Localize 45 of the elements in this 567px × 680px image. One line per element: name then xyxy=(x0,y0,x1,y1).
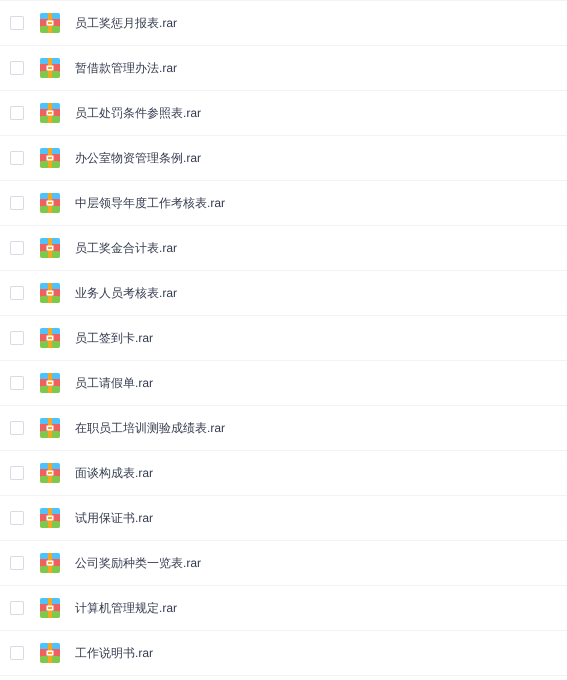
file-name[interactable]: 中层领导年度工作考核表.rar xyxy=(75,194,225,212)
checkbox[interactable] xyxy=(10,421,24,435)
checkbox[interactable] xyxy=(10,646,24,660)
archive-icon xyxy=(40,553,60,573)
checkbox[interactable] xyxy=(10,286,24,300)
file-name[interactable]: 员工请假单.rar xyxy=(75,374,153,392)
file-name[interactable]: 试用保证书.rar xyxy=(75,509,153,527)
checkbox[interactable] xyxy=(10,556,24,570)
archive-icon xyxy=(40,598,60,618)
file-name[interactable]: 公司奖励种类一览表.rar xyxy=(75,554,201,572)
archive-icon xyxy=(40,463,60,483)
checkbox[interactable] xyxy=(10,16,24,30)
file-name[interactable]: 员工处罚条件参照表.rar xyxy=(75,104,201,122)
file-name[interactable]: 员工签到卡.rar xyxy=(75,329,153,347)
checkbox[interactable] xyxy=(10,151,24,165)
file-name[interactable]: 在职员工培训测验成绩表.rar xyxy=(75,419,225,437)
archive-icon xyxy=(40,283,60,303)
archive-icon xyxy=(40,13,60,33)
file-name[interactable]: 工作说明书.rar xyxy=(75,644,153,662)
checkbox[interactable] xyxy=(10,601,24,615)
archive-icon xyxy=(40,148,60,168)
checkbox[interactable] xyxy=(10,331,24,345)
archive-icon xyxy=(40,328,60,348)
archive-icon xyxy=(40,418,60,438)
file-name[interactable]: 面谈构成表.rar xyxy=(75,464,153,482)
checkbox[interactable] xyxy=(10,466,24,480)
checkbox[interactable] xyxy=(10,511,24,525)
file-name[interactable]: 员工奖惩月报表.rar xyxy=(75,14,177,32)
file-name[interactable]: 员工奖金合计表.rar xyxy=(75,239,177,257)
archive-icon xyxy=(40,373,60,393)
archive-icon xyxy=(40,643,60,663)
checkbox[interactable] xyxy=(10,106,24,120)
checkbox[interactable] xyxy=(10,61,24,75)
file-name[interactable]: 办公室物资管理条例.rar xyxy=(75,149,201,167)
archive-icon xyxy=(40,58,60,78)
archive-icon xyxy=(40,508,60,528)
checkbox[interactable] xyxy=(10,376,24,390)
archive-icon xyxy=(40,103,60,123)
file-name[interactable]: 业务人员考核表.rar xyxy=(75,284,177,302)
file-name[interactable]: 计算机管理规定.rar xyxy=(75,599,177,617)
archive-icon xyxy=(40,238,60,258)
file-name[interactable]: 暂借款管理办法.rar xyxy=(75,59,177,77)
checkbox[interactable] xyxy=(10,241,24,255)
checkbox[interactable] xyxy=(10,196,24,210)
archive-icon xyxy=(40,193,60,213)
